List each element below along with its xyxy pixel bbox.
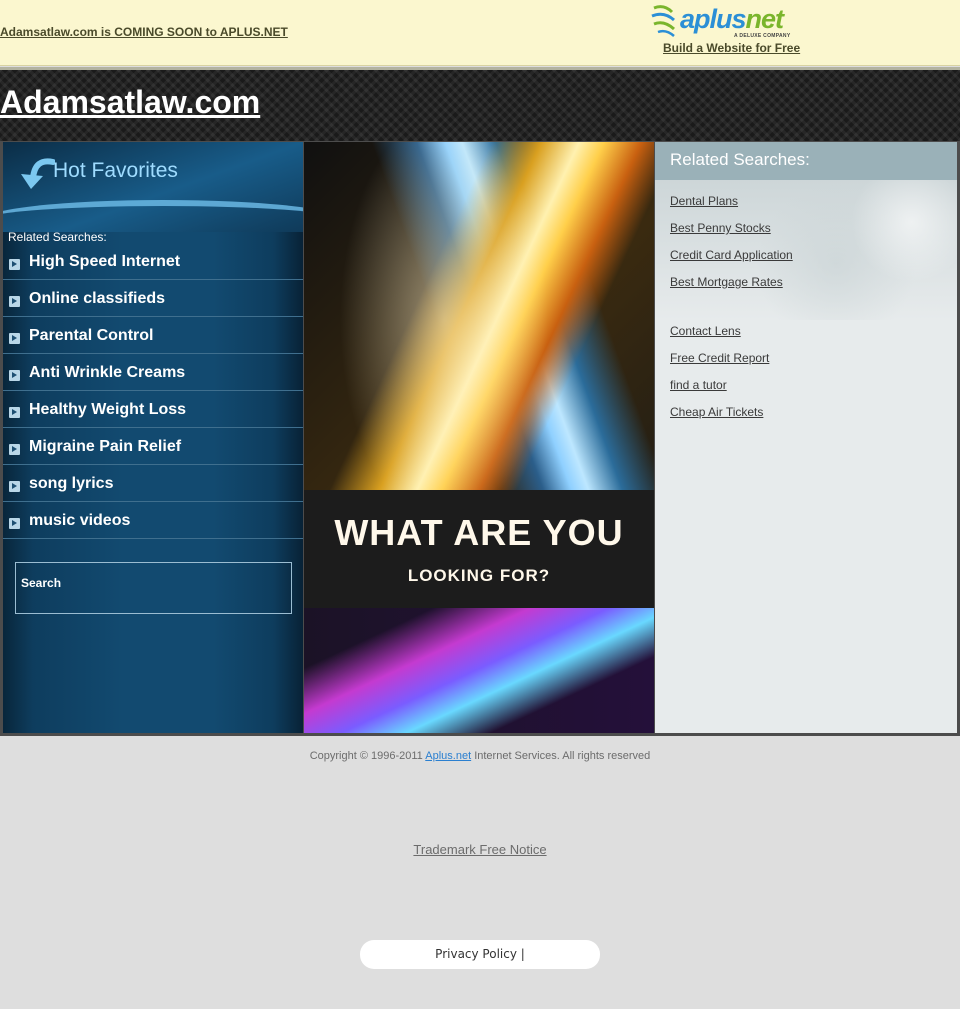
list-item[interactable]: Online classifieds xyxy=(3,280,303,317)
coming-soon-link[interactable]: Adamsatlaw.com is COMING SOON to APLUS.N… xyxy=(0,25,288,39)
related-search-link[interactable]: Best Mortgage Rates xyxy=(670,275,793,302)
list-item[interactable]: song lyrics xyxy=(3,465,303,502)
favorite-link[interactable]: Online classifieds xyxy=(29,290,165,308)
domain-header: Adamsatlaw.com xyxy=(0,67,960,142)
related-searches-panel: Related Searches: Dental Plans Best Penn… xyxy=(655,142,957,733)
aplus-tagline: A DELUXE COMPANY xyxy=(734,33,791,39)
favorite-link[interactable]: Anti Wrinkle Creams xyxy=(29,364,185,382)
hero-image: WHAT ARE YOU LOOKING FOR? xyxy=(304,142,654,733)
related-search-link[interactable]: Best Penny Stocks xyxy=(670,221,793,248)
favorite-link[interactable]: music videos xyxy=(29,512,130,530)
top-banner: Adamsatlaw.com is COMING SOON to APLUS.N… xyxy=(0,0,960,66)
list-item[interactable]: music videos xyxy=(3,502,303,539)
list-item[interactable]: Healthy Weight Loss xyxy=(3,391,303,428)
hot-favorites-header: Hot Favorites xyxy=(3,142,303,232)
favorite-link[interactable]: High Speed Internet xyxy=(29,253,180,271)
chevron-right-icon xyxy=(9,333,20,344)
main-frame: Hot Favorites Related Searches: High Spe… xyxy=(0,141,960,736)
related-searches-header: Related Searches: xyxy=(655,142,957,180)
copyright-text: Copyright © 1996-2011 Aplus.net Internet… xyxy=(0,750,960,762)
aplus-swirl-icon xyxy=(651,5,676,37)
copyright-suffix: Internet Services. All rights reserved xyxy=(471,750,651,762)
favorite-link[interactable]: Parental Control xyxy=(29,327,153,345)
chevron-right-icon xyxy=(9,518,20,529)
chevron-right-icon xyxy=(9,296,20,307)
chevron-right-icon xyxy=(9,259,20,270)
privacy-policy-link[interactable]: Privacy Policy | xyxy=(360,940,600,969)
domain-title-link[interactable]: Adamsatlaw.com xyxy=(0,84,260,121)
related-search-link[interactable]: Contact Lens xyxy=(670,324,793,351)
chevron-right-icon xyxy=(9,444,20,455)
hot-favorites-title: Hot Favorites xyxy=(53,159,178,182)
related-search-link[interactable]: Cheap Air Tickets xyxy=(670,405,793,432)
aplus-wordmark: aplusnet xyxy=(680,4,784,34)
list-item[interactable]: Anti Wrinkle Creams xyxy=(3,354,303,391)
aplus-logo[interactable]: aplusnet A DELUXE COMPANY xyxy=(650,2,802,40)
aplus-link[interactable]: Aplus.net xyxy=(425,750,471,762)
headline-band: WHAT ARE YOU LOOKING FOR? xyxy=(304,490,654,608)
search-label: Search xyxy=(21,576,62,590)
light-rays-graphic-lower xyxy=(304,592,654,733)
chevron-right-icon xyxy=(9,407,20,418)
favorite-link[interactable]: Migraine Pain Relief xyxy=(29,438,181,456)
related-search-link[interactable]: Free Credit Report xyxy=(670,351,793,378)
curved-arrow-icon xyxy=(21,158,55,189)
favorite-link[interactable]: Healthy Weight Loss xyxy=(29,401,186,419)
hot-favorites-panel: Hot Favorites Related Searches: High Spe… xyxy=(3,142,303,733)
related-search-link[interactable]: Credit Card Application xyxy=(670,248,793,275)
related-searches-label: Related Searches: xyxy=(8,230,107,244)
trademark-notice-link[interactable]: Trademark Free Notice xyxy=(0,842,960,857)
chevron-right-icon xyxy=(9,481,20,492)
related-searches-title: Related Searches: xyxy=(670,150,810,169)
related-searches-list: Dental Plans Best Penny Stocks Credit Ca… xyxy=(670,194,793,432)
copyright-prefix: Copyright © 1996-2011 xyxy=(309,750,426,762)
related-search-link[interactable]: Dental Plans xyxy=(670,194,793,221)
hero-subline: LOOKING FOR? xyxy=(407,566,551,585)
decorative-swoosh xyxy=(3,200,303,232)
chevron-right-icon xyxy=(9,370,20,381)
search-box[interactable]: Search xyxy=(15,562,292,614)
list-item[interactable]: Parental Control xyxy=(3,317,303,354)
hero-headline: WHAT ARE YOU xyxy=(334,512,624,553)
favorites-list: High Speed Internet Online classifieds P… xyxy=(3,243,303,539)
list-item[interactable]: Migraine Pain Relief xyxy=(3,428,303,465)
favorite-link[interactable]: song lyrics xyxy=(29,475,113,493)
list-item[interactable]: High Speed Internet xyxy=(3,243,303,280)
related-search-link[interactable]: find a tutor xyxy=(670,378,793,405)
build-website-link[interactable]: Build a Website for Free xyxy=(663,41,800,55)
